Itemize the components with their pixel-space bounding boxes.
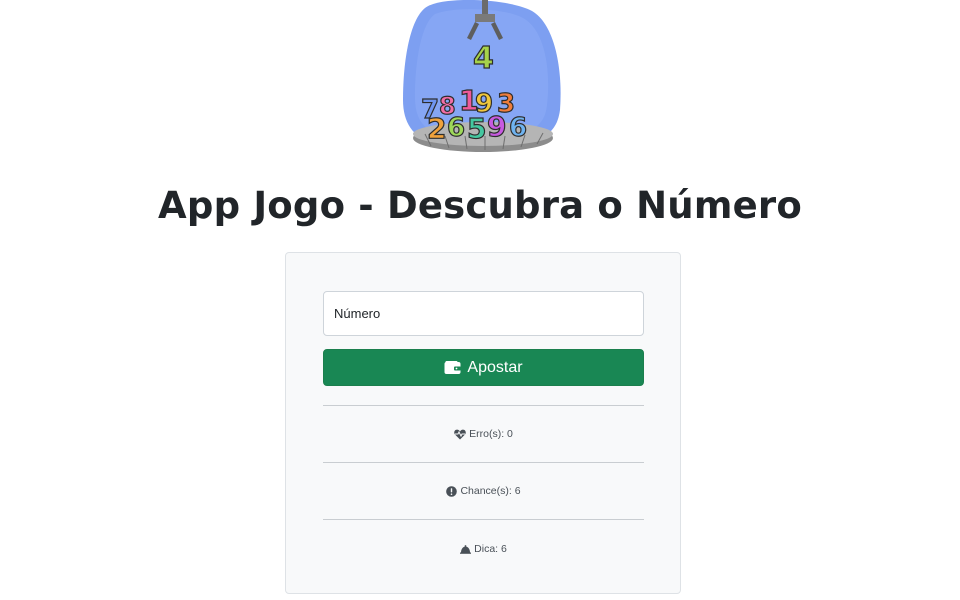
- svg-text:6: 6: [447, 113, 465, 143]
- exclamation-circle-icon: [446, 485, 458, 497]
- errors-stat: Erro(s): 0: [323, 428, 644, 440]
- bell-icon: [460, 544, 472, 554]
- svg-text:5: 5: [467, 112, 486, 145]
- svg-text:2: 2: [427, 112, 446, 145]
- number-input[interactable]: [323, 291, 644, 336]
- wallet-icon: [444, 360, 462, 375]
- page-title: App Jogo - Descubra o Número: [158, 184, 802, 227]
- errors-text: Erro(s): 0: [469, 428, 513, 440]
- game-card: Apostar Erro(s): 0 Chance(s): 6: [285, 252, 681, 594]
- divider: [323, 519, 644, 520]
- chances-stat: Chance(s): 6: [323, 485, 644, 497]
- divider: [323, 462, 644, 463]
- hint-stat: Dica: 6: [323, 543, 644, 555]
- divider: [323, 405, 644, 406]
- bet-button[interactable]: Apostar: [323, 349, 644, 386]
- claw-machine-numbers-icon: 4 7 8 1 9 3 2 6 5 9 6: [395, 0, 565, 158]
- bet-button-label: Apostar: [467, 358, 523, 376]
- svg-text:9: 9: [487, 110, 506, 143]
- hint-text: Dica: 6: [474, 543, 507, 555]
- svg-text:6: 6: [509, 113, 527, 143]
- page: 4 7 8 1 9 3 2 6 5 9 6 App Jogo - Descubr…: [0, 0, 960, 600]
- heart-pulse-icon: [454, 429, 466, 440]
- svg-text:4: 4: [473, 41, 494, 76]
- chances-text: Chance(s): 6: [460, 485, 521, 497]
